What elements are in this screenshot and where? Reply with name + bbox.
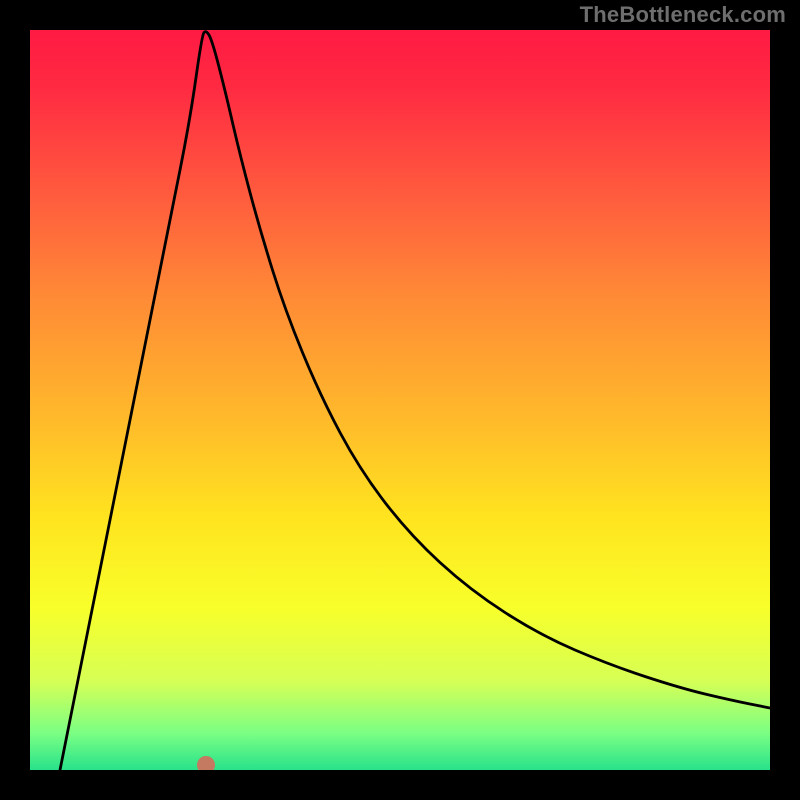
plot-area bbox=[30, 30, 770, 770]
bottleneck-curve bbox=[60, 32, 770, 770]
curve-layer bbox=[30, 30, 770, 770]
watermark-label: TheBottleneck.com bbox=[580, 2, 786, 28]
optimum-dot bbox=[197, 756, 215, 770]
chart-frame: TheBottleneck.com bbox=[0, 0, 800, 800]
